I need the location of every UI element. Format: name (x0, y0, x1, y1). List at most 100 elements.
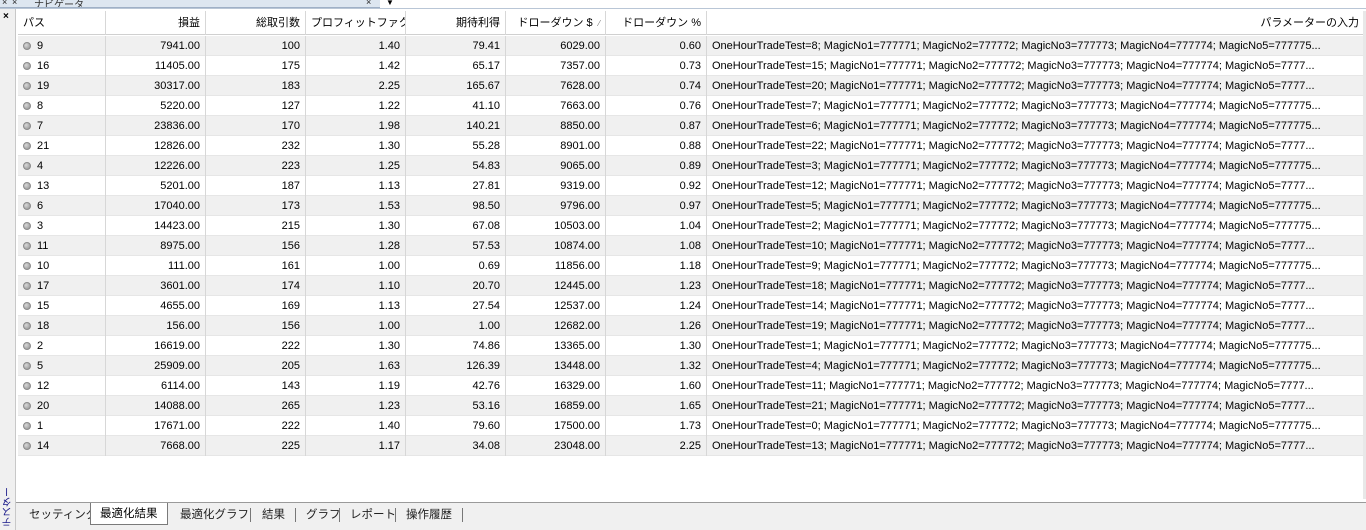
cell-expected-payoff: 34.08 (406, 436, 506, 456)
tester-label: テスター (3, 487, 14, 527)
table-row[interactable]: 11 8975.00 156 1.28 57.53 10874.00 1.08 OneHour… (18, 236, 1364, 256)
cell-total-trades: 222 (206, 416, 306, 436)
cell-profit: 8975.00 (106, 236, 206, 256)
cell-expected-payoff: 140.21 (406, 116, 506, 136)
tab-optimization-graph[interactable]: 最適化グラフ (171, 505, 258, 525)
table-row[interactable]: 19 30317.00 183 2.25 165.67 7628.00 0.74 OneHou… (18, 76, 1364, 96)
cell-drawdown-dollar: 11856.00 (506, 256, 606, 276)
table-row[interactable]: 12 6114.00 143 1.19 42.76 16329.00 1.60 OneHour… (18, 376, 1364, 396)
cell-parameters: OneHourTradeTest=12; MagicNo1=777771; Ma… (712, 180, 1315, 192)
table-row[interactable]: 13 5201.00 187 1.13 27.81 9319.00 0.92 OneHourT… (18, 176, 1364, 196)
cell-drawdown-dollar: 13365.00 (506, 336, 606, 356)
cell-profit-factor: 1.53 (306, 196, 406, 216)
cell-drawdown-dollar: 13448.00 (506, 356, 606, 376)
table-row[interactable]: 18 156.00 156 1.00 1.00 12682.00 1.26 OneHourTr… (18, 316, 1364, 336)
cell-parameters: OneHourTradeTest=21; MagicNo1=777771; Ma… (712, 400, 1315, 412)
table-row[interactable]: 8 5220.00 127 1.22 41.10 7663.00 0.76 OneHourTr… (18, 96, 1364, 116)
table-row[interactable]: 17 3601.00 174 1.10 20.70 12445.00 1.23 OneHour… (18, 276, 1364, 296)
column-header-parameters[interactable]: パラメーターの入力 (707, 11, 1364, 35)
table-row[interactable]: 1 17671.00 222 1.40 79.60 17500.00 1.73 OneHour… (18, 416, 1364, 436)
table-row[interactable]: 16 11405.00 175 1.42 65.17 7357.00 0.73 OneHour… (18, 56, 1364, 76)
table-row[interactable]: 14 7668.00 225 1.17 34.08 23048.00 2.25 OneHour… (18, 436, 1364, 456)
cell-profit: 3601.00 (106, 276, 206, 296)
table-row[interactable]: 21 12826.00 232 1.30 55.28 8901.00 0.88 OneHour… (18, 136, 1364, 156)
pass-dot-icon (23, 262, 31, 270)
cell-profit: 14088.00 (106, 396, 206, 416)
cell-parameters: OneHourTradeTest=3; MagicNo1=777771; Mag… (712, 160, 1321, 172)
column-header-expected-payoff[interactable]: 期待利得 (406, 11, 506, 35)
table-row[interactable]: 10 111.00 161 1.00 0.69 11856.00 1.18 OneHourTr… (18, 256, 1364, 276)
close-icon[interactable]: × (3, 11, 9, 22)
column-header-drawdown-percent[interactable]: ドローダウン % (606, 11, 707, 35)
cell-pass: 14 (18, 436, 106, 456)
cell-expected-payoff: 74.86 (406, 336, 506, 356)
cell-pass: 16 (18, 56, 106, 76)
cell-profit-factor: 1.17 (306, 436, 406, 456)
cell-pass: 21 (18, 136, 106, 156)
table-row[interactable]: 7 23836.00 170 1.98 140.21 8850.00 0.87 OneHour… (18, 116, 1364, 136)
cell-drawdown-dollar: 9796.00 (506, 196, 606, 216)
cell-profit-factor: 1.63 (306, 356, 406, 376)
cell-drawdown-percent: 1.32 (606, 356, 707, 376)
cell-profit-factor: 1.00 (306, 256, 406, 276)
cell-total-trades: 156 (206, 236, 306, 256)
cell-expected-payoff: 79.60 (406, 416, 506, 436)
cell-profit: 156.00 (106, 316, 206, 336)
optimization-results-table: パス 損益 総取引数 プロフィットファクタ 期待利得 ドローダウン $ ⁄ ドロー… (18, 11, 1364, 499)
close-icon[interactable]: × (12, 0, 17, 7)
cell-pass: 9 (18, 36, 106, 56)
table-row[interactable]: 9 7941.00 100 1.40 79.41 6029.00 0.60 OneHourTr… (18, 36, 1364, 56)
cell-pass-value: 17 (37, 280, 50, 292)
cell-parameters: OneHourTradeTest=1; MagicNo1=777771; Mag… (712, 340, 1321, 352)
column-header-pass[interactable]: パス (18, 11, 106, 35)
table-row[interactable]: 4 12226.00 223 1.25 54.83 9065.00 0.89 OneHourT… (18, 156, 1364, 176)
cell-profit: 7668.00 (106, 436, 206, 456)
cell-profit: 30317.00 (106, 76, 206, 96)
cell-parameters: OneHourTradeTest=15; MagicNo1=777771; Ma… (712, 60, 1315, 72)
cell-pass-value: 15 (37, 300, 50, 312)
cell-expected-payoff: 55.28 (406, 136, 506, 156)
cell-parameters: OneHourTradeTest=7; MagicNo1=777771; Mag… (712, 100, 1321, 112)
cell-parameters: OneHourTradeTest=4; MagicNo1=777771; Mag… (712, 360, 1321, 372)
cell-pass-value: 7 (37, 120, 44, 132)
cell-drawdown-percent: 0.88 (606, 136, 707, 156)
column-header-profit[interactable]: 損益 (106, 11, 206, 35)
table-row[interactable]: 6 17040.00 173 1.53 98.50 9796.00 0.97 OneHourT… (18, 196, 1364, 216)
table-row[interactable]: 2 16619.00 222 1.30 74.86 13365.00 1.30 OneHour… (18, 336, 1364, 356)
cell-drawdown-dollar: 10503.00 (506, 216, 606, 236)
cell-drawdown-dollar: 7628.00 (506, 76, 606, 96)
column-header-drawdown-dollar[interactable]: ドローダウン $ ⁄ (506, 11, 606, 35)
cell-drawdown-percent: 1.60 (606, 376, 707, 396)
tab-separator (295, 508, 296, 522)
top-panel-remnant: × × ナビゲータ × ▼ (0, 0, 1366, 9)
cell-profit: 7941.00 (106, 36, 206, 56)
tab-journal[interactable]: 操作履歴 (397, 505, 461, 525)
cell-expected-payoff: 67.08 (406, 216, 506, 236)
cell-total-trades: 175 (206, 56, 306, 76)
cell-drawdown-dollar: 8901.00 (506, 136, 606, 156)
cell-drawdown-percent: 1.23 (606, 276, 707, 296)
chevron-down-icon[interactable]: ▼ (386, 0, 394, 7)
sort-indicator-icon: ⁄ (598, 19, 600, 28)
pass-dot-icon (23, 142, 31, 150)
cell-drawdown-dollar: 7663.00 (506, 96, 606, 116)
cell-drawdown-dollar: 16329.00 (506, 376, 606, 396)
table-row[interactable]: 20 14088.00 265 1.23 53.16 16859.00 1.65 OneHou… (18, 396, 1364, 416)
cell-parameters: OneHourTradeTest=11; MagicNo1=777771; Ma… (712, 380, 1314, 392)
pass-dot-icon (23, 342, 31, 350)
close-icon[interactable]: × (366, 0, 371, 7)
tab-optimization-results[interactable]: 最適化結果 (90, 503, 168, 525)
table-row[interactable]: 3 14423.00 215 1.30 67.08 10503.00 1.04 OneHour… (18, 216, 1364, 236)
column-header-profit-factor[interactable]: プロフィットファクタ (306, 11, 406, 35)
table-row[interactable]: 5 25909.00 205 1.63 126.39 13448.00 1.32 OneHou… (18, 356, 1364, 376)
cell-profit: 17040.00 (106, 196, 206, 216)
cell-parameters: OneHourTradeTest=14; MagicNo1=777771; Ma… (712, 300, 1315, 312)
close-icon[interactable]: × (2, 0, 7, 7)
tester-side-strip: × テスター (0, 9, 16, 530)
column-header-total-trades[interactable]: 総取引数 (206, 11, 306, 35)
tab-separator (462, 508, 463, 522)
cell-profit: 111.00 (106, 256, 206, 276)
table-row[interactable]: 15 4655.00 169 1.13 27.54 12537.00 1.24 OneHour… (18, 296, 1364, 316)
tab-results[interactable]: 結果 (253, 505, 294, 525)
pass-dot-icon (23, 242, 31, 250)
